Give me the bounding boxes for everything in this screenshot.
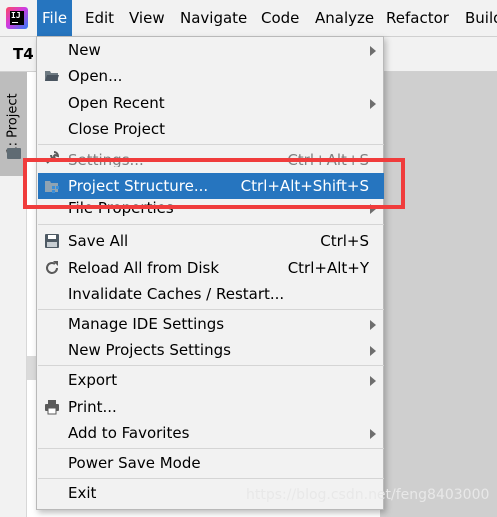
- file-menu-dropdown: New Open... Open Recent Close Project Se…: [36, 36, 384, 510]
- save-icon: [45, 234, 59, 248]
- submenu-arrow-icon: [370, 376, 376, 386]
- menu-item-manage-ide-settings[interactable]: Manage IDE Settings: [38, 311, 384, 337]
- menu-item-label: Close Project: [68, 120, 165, 138]
- menu-item-label: Add to Favorites: [68, 424, 190, 442]
- menu-navigate[interactable]: Navigate: [175, 0, 252, 36]
- submenu-arrow-icon: [370, 346, 376, 356]
- menu-view[interactable]: View: [124, 0, 170, 36]
- submenu-arrow-icon: [370, 46, 376, 56]
- menu-item-open-recent[interactable]: Open Recent: [38, 90, 384, 116]
- menu-item-power-save-mode[interactable]: Power Save Mode: [38, 450, 384, 476]
- menu-item-label: Save All: [68, 232, 129, 250]
- menu-separator: [38, 365, 384, 366]
- menu-item-invalidate-caches[interactable]: Invalidate Caches / Restart...: [38, 281, 384, 307]
- submenu-arrow-icon: [370, 320, 376, 330]
- menu-item-label: Open Recent: [68, 94, 165, 112]
- menu-item-label: Print...: [68, 398, 117, 416]
- menu-item-close-project[interactable]: Close Project: [38, 116, 384, 142]
- menu-item-new[interactable]: New: [38, 37, 384, 63]
- menu-item-add-to-favorites[interactable]: Add to Favorites: [38, 420, 384, 446]
- menu-item-label: Exit: [68, 484, 97, 502]
- print-icon: [45, 400, 59, 415]
- menu-code[interactable]: Code: [256, 0, 304, 36]
- menu-item-open[interactable]: Open...: [38, 63, 384, 89]
- menu-item-label: Open...: [68, 67, 123, 85]
- menu-item-shortcut: Ctrl+S: [320, 232, 369, 250]
- menu-separator: [38, 478, 384, 479]
- menu-item-print[interactable]: Print...: [38, 394, 384, 420]
- menu-item-label: Export: [68, 371, 118, 389]
- editor-tab-label[interactable]: T4: [13, 45, 34, 63]
- menu-item-new-projects-settings[interactable]: New Projects Settings: [38, 337, 384, 363]
- menu-item-label: New: [68, 41, 101, 59]
- logo-text: IJ: [10, 11, 24, 25]
- menu-bar: IJ File Edit View Navigate Code Analyze …: [0, 0, 497, 37]
- submenu-arrow-icon: [370, 429, 376, 439]
- watermark: https://blog.csdn.net/feng8403000: [246, 487, 490, 503]
- menu-separator: [38, 309, 384, 310]
- menu-build[interactable]: Build: [460, 0, 497, 36]
- menu-item-label: Reload All from Disk: [68, 259, 220, 277]
- reload-icon: [46, 261, 58, 274]
- menu-item-label: New Projects Settings: [68, 341, 231, 359]
- menu-edit[interactable]: Edit: [80, 0, 119, 36]
- menu-analyze[interactable]: Analyze: [310, 0, 379, 36]
- menu-separator: [38, 448, 384, 449]
- project-tool-label: 1: Project: [5, 93, 21, 155]
- menu-item-label: Invalidate Caches / Restart...: [68, 285, 285, 303]
- menu-separator: [38, 224, 384, 225]
- menu-item-shortcut: Ctrl+Alt+Y: [287, 259, 369, 277]
- intellij-logo-icon: IJ: [6, 7, 28, 29]
- menu-item-save-all[interactable]: Save All Ctrl+S: [38, 228, 384, 254]
- folder-open-icon: [45, 71, 59, 81]
- menu-item-label: Manage IDE Settings: [68, 315, 225, 333]
- menu-separator: [38, 144, 384, 145]
- menu-item-reload-all[interactable]: Reload All from Disk Ctrl+Alt+Y: [38, 255, 384, 281]
- editor-background: [380, 72, 497, 517]
- menu-file[interactable]: File: [37, 0, 73, 36]
- menu-item-label: Power Save Mode: [68, 454, 201, 472]
- folder-icon: [7, 148, 21, 159]
- menu-item-export[interactable]: Export: [38, 367, 384, 393]
- menu-refactor[interactable]: Refactor: [381, 0, 454, 36]
- submenu-arrow-icon: [370, 99, 376, 109]
- annotation-highlight-box: [23, 158, 405, 209]
